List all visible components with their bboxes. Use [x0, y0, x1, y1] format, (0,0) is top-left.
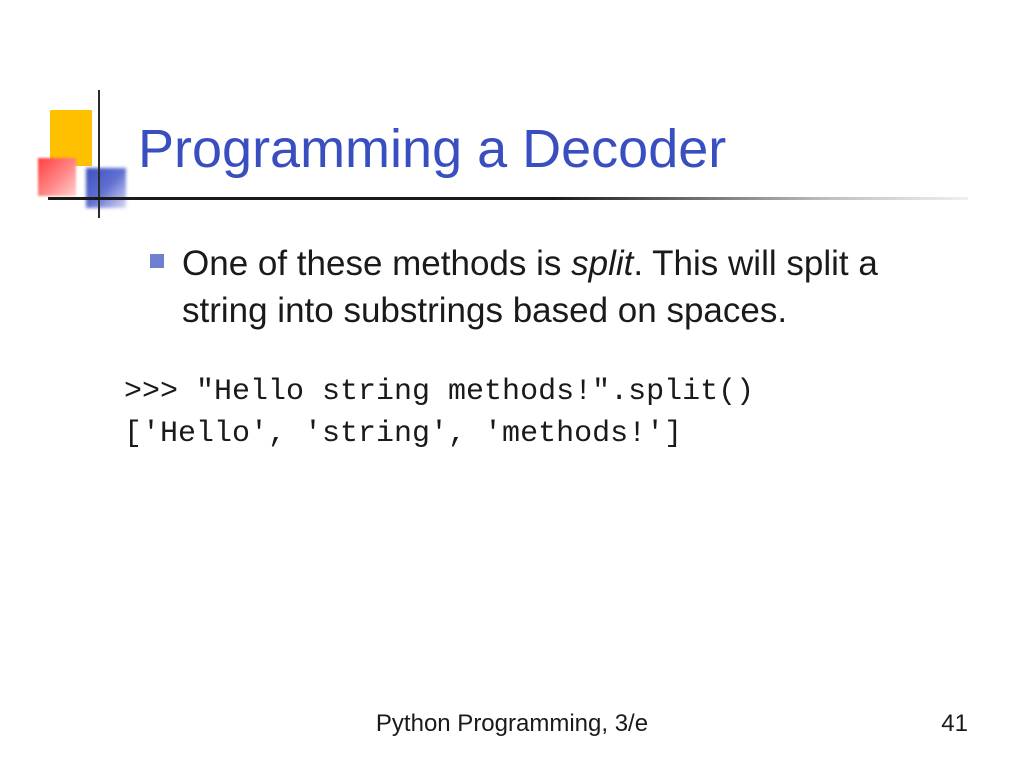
code-line-2: ['Hello', 'string', 'methods!'] — [124, 413, 950, 455]
blue-square — [86, 168, 126, 208]
slide-title: Programming a Decoder — [138, 118, 726, 180]
red-square — [38, 158, 76, 196]
bullet-marker — [150, 254, 164, 268]
code-line-1: >>> "Hello string methods!".split() — [124, 371, 950, 413]
slide-content: One of these methods is split. This will… — [150, 240, 950, 455]
text-italic: split — [571, 244, 633, 283]
bullet-item: One of these methods is split. This will… — [150, 240, 950, 335]
page-number: 41 — [941, 710, 968, 738]
footer-text: Python Programming, 3/e — [0, 710, 1024, 738]
code-example: >>> "Hello string methods!".split() ['He… — [124, 371, 950, 455]
text-pre: One of these methods is — [182, 244, 571, 283]
horizontal-rule — [48, 197, 968, 200]
bullet-text: One of these methods is split. This will… — [182, 240, 950, 335]
slide-decoration — [38, 110, 118, 210]
